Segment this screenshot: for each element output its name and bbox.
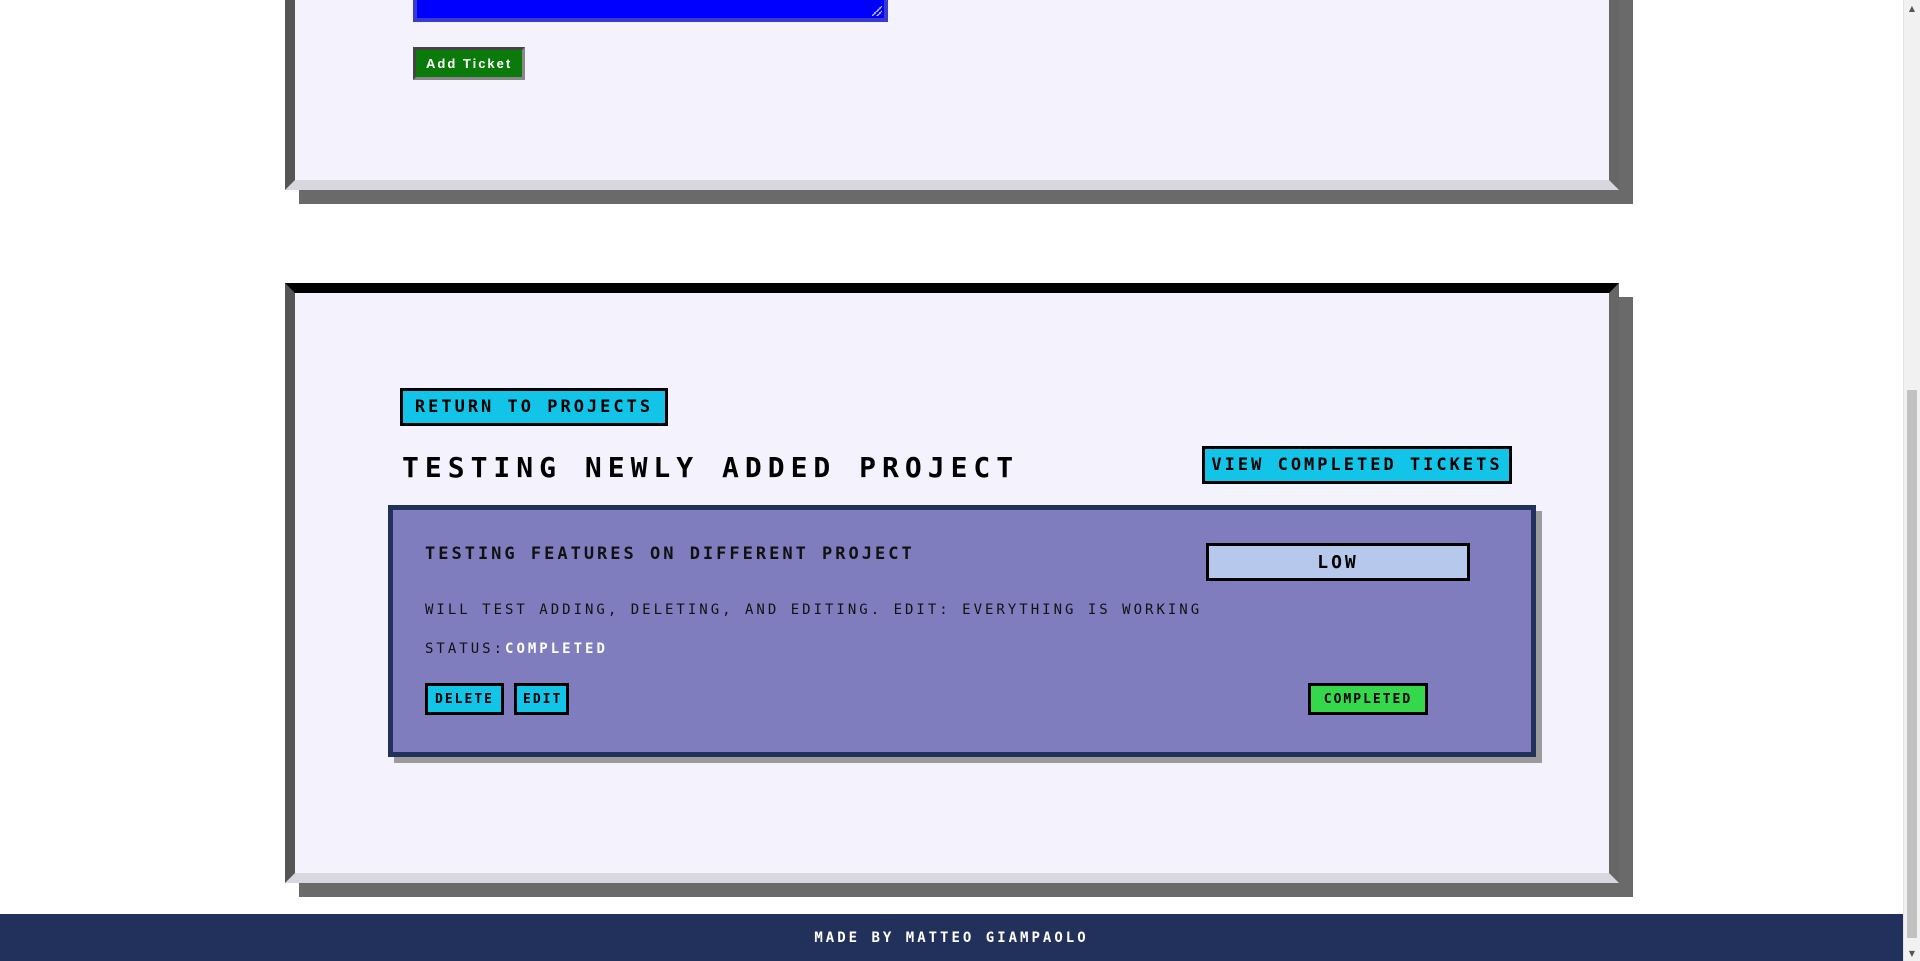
resize-grip-icon[interactable] bbox=[872, 6, 882, 16]
delete-ticket-button[interactable]: Delete bbox=[425, 683, 504, 715]
status-value: Completed bbox=[505, 641, 608, 657]
ticket-status: Status:Completed bbox=[425, 641, 608, 657]
add-ticket-button[interactable]: Add Ticket bbox=[413, 47, 526, 80]
project-title: Testing Newly Added Project bbox=[402, 451, 1020, 484]
scroll-down-arrow-icon[interactable]: ▼ bbox=[1904, 945, 1920, 961]
return-to-projects-button[interactable]: Return to Projects bbox=[400, 388, 668, 426]
vertical-scrollbar[interactable]: ▲ ▼ bbox=[1903, 0, 1920, 961]
scrollbar-thumb[interactable] bbox=[1907, 390, 1917, 938]
footer-credit: Made by Matteo Giampaolo bbox=[814, 929, 1089, 946]
new-ticket-form-panel: Add Ticket bbox=[285, 0, 1619, 190]
ticket-description: Will test adding, deleting, and editing.… bbox=[425, 602, 1203, 618]
view-completed-tickets-button[interactable]: View Completed Tickets bbox=[1202, 446, 1512, 484]
priority-badge: Low bbox=[1206, 543, 1470, 581]
footer: Made by Matteo Giampaolo bbox=[0, 914, 1903, 961]
ticket-card: Testing features on different project Lo… bbox=[388, 505, 1536, 757]
status-label: Status: bbox=[425, 641, 506, 657]
ticket-title: Testing features on different project bbox=[425, 544, 915, 564]
ticket-description-textarea[interactable] bbox=[413, 0, 888, 22]
scroll-up-arrow-icon[interactable]: ▲ bbox=[1904, 0, 1920, 16]
edit-ticket-button[interactable]: Edit bbox=[514, 683, 569, 715]
project-panel: Return to Projects Testing Newly Added P… bbox=[285, 283, 1619, 883]
completed-button[interactable]: Completed bbox=[1308, 683, 1428, 715]
